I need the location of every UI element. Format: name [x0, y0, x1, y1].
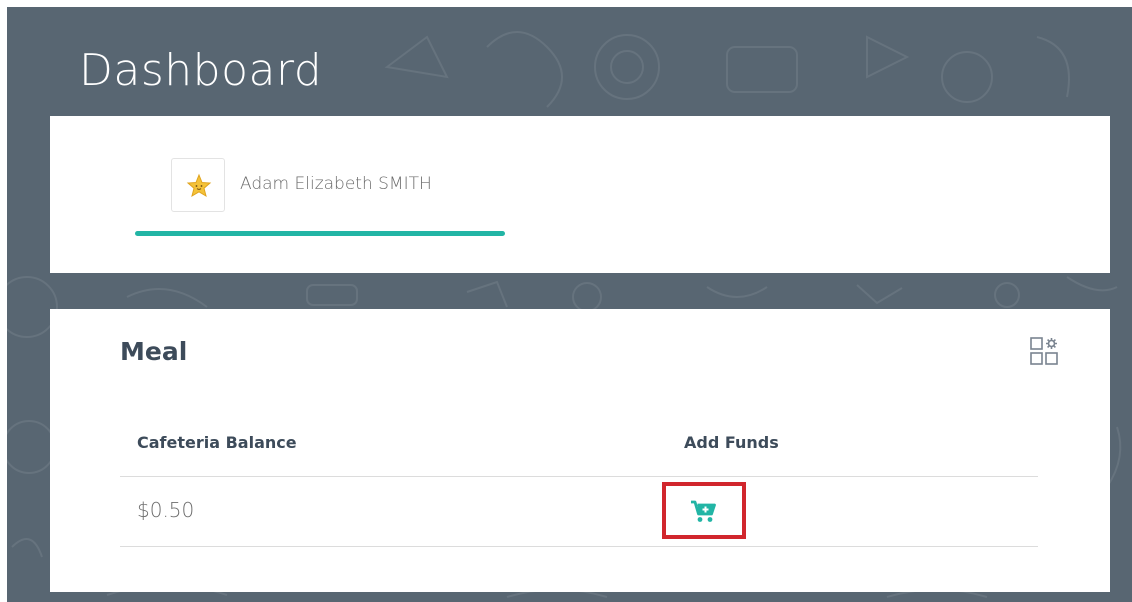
active-tab-indicator [135, 231, 505, 236]
widget-settings-icon [1030, 337, 1058, 365]
star-icon [186, 173, 212, 198]
student-avatar [171, 158, 225, 212]
add-funds-button[interactable] [662, 482, 746, 539]
cart-plus-icon [691, 500, 716, 522]
page-title: Dashboard [79, 45, 323, 96]
student-tab[interactable]: Adam Elizabeth SMITH [135, 116, 505, 240]
meal-card-title: Meal [120, 337, 188, 366]
table-divider [120, 546, 1038, 547]
dashboard-page: Dashboard Adam Elizabeth SMITH Meal Cafe… [7, 7, 1132, 602]
column-header-add-funds: Add Funds [684, 433, 779, 452]
column-header-cafeteria-balance: Cafeteria Balance [137, 433, 297, 452]
student-selector-card: Adam Elizabeth SMITH [50, 116, 1110, 273]
student-name: Adam Elizabeth SMITH [240, 174, 432, 194]
meal-card: Meal Cafeteria Balance Add Funds $0.50 [50, 309, 1110, 592]
table-divider [120, 476, 1038, 477]
cafeteria-balance-value: $0.50 [137, 498, 195, 522]
widget-settings-button[interactable] [1029, 336, 1061, 368]
